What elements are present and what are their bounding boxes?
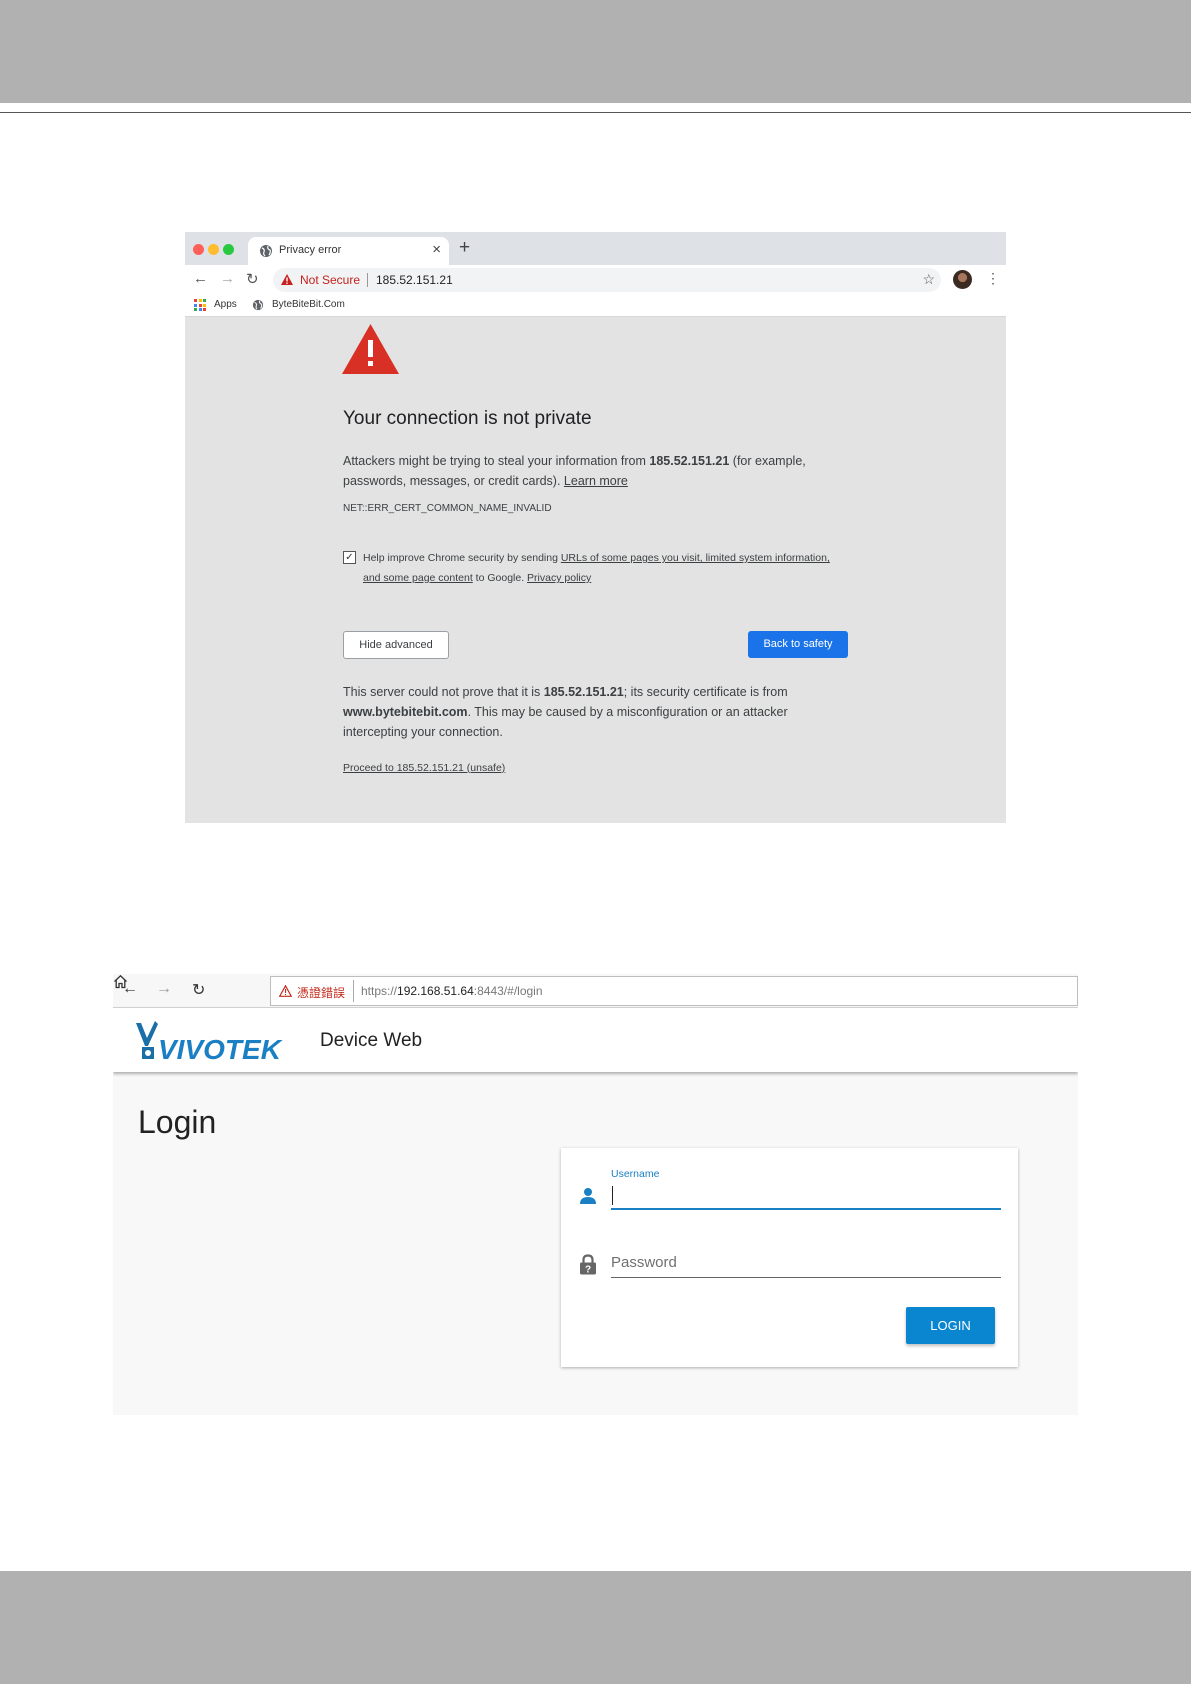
warning-icon [281,274,293,285]
tab-title: Privacy error [279,244,342,256]
address-divider [353,980,354,1002]
vivotek-login-screenshot: ← → ↻ 憑證錯誤 https://192.168.51.64:8443/#/… [113,974,1078,1415]
security-report-checkbox[interactable]: ✓ [343,551,356,564]
error-code: NET::ERR_CERT_COMMON_NAME_INVALID [343,503,552,514]
certificate-error-label[interactable]: 憑證錯誤 [297,984,345,1001]
tab-privacy-error[interactable]: Privacy error × [248,237,449,265]
advanced-host: 185.52.151.21 [543,685,624,699]
app-title: Device Web [320,1030,423,1051]
globe-icon [252,299,264,311]
privacy-error-screenshot: Privacy error × + ← → ↻ Not Secure 185.5… [185,232,1006,823]
apps-grid-icon[interactable] [194,299,206,311]
username-label: Username [611,1168,660,1180]
address-bar[interactable]: 憑證錯誤 https://192.168.51.64:8443/#/login [270,976,1078,1006]
bookmark-bytebitebit[interactable]: ByteBiteBit.Com [272,299,345,310]
page-title: Login [138,1104,217,1140]
menu-kebab-icon[interactable]: ⋮ [986,270,1000,287]
bookmark-apps[interactable]: Apps [214,299,237,310]
bookmarks-bar: Apps ByteBiteBit.Com [185,295,1006,317]
certificate-host: www.bytebitebit.com [343,705,468,719]
tab-close-icon[interactable]: × [432,241,441,258]
advanced-text: ; its security certificate is from [623,685,788,699]
password-input[interactable] [611,1248,1001,1278]
address-url[interactable]: https://192.168.51.64:8443/#/login [361,984,543,998]
address-bar[interactable]: Not Secure 185.52.151.21 ☆ [273,268,941,292]
warning-icon [279,985,292,997]
app-header: VIVOTEK Device Web [113,1008,1078,1072]
advanced-details: This server could not prove that it is 1… [343,682,823,742]
logo-wordmark: VIVOTEK [158,1034,283,1061]
lock-icon: ? [580,1254,596,1276]
vivotek-logo: VIVOTEK [136,1021,283,1061]
page-footer-band [0,1571,1191,1684]
checkbox-text: Help improve Chrome security by sending [363,552,561,564]
profile-avatar[interactable] [953,270,972,289]
proceed-unsafe-link[interactable]: Proceed to 185.52.151.21 (unsafe) [343,762,505,774]
description-host: 185.52.151.21 [649,454,730,468]
window-close-dot[interactable] [193,244,204,255]
learn-more-link[interactable]: Learn more [564,474,628,488]
hide-advanced-button[interactable]: Hide advanced [343,631,449,659]
url-path: :8443/#/login [473,984,543,998]
bookmark-star-icon[interactable]: ☆ [922,271,935,288]
login-button[interactable]: LOGIN [906,1307,995,1344]
manual-page: Privacy error × + ← → ↻ Not Secure 185.5… [0,0,1191,1684]
tab-strip: Privacy error × + [185,232,1006,265]
warning-triangle-icon [342,324,399,374]
refresh-icon[interactable]: ↻ [192,980,205,1000]
text-caret [612,1186,613,1205]
address-divider [367,273,368,287]
not-secure-label[interactable]: Not Secure [300,273,360,287]
interstitial-page: Your connection is not private Attackers… [185,318,1006,823]
checkbox-text: to Google. [472,572,528,584]
page-header-band [0,0,1191,103]
browser-toolbar: ← → ↻ 憑證錯誤 https://192.168.51.64:8443/#/… [113,974,1078,1008]
svg-text:?: ? [585,1265,591,1276]
description-text: Attackers might be trying to steal your … [343,454,650,468]
checkbox-label: Help improve Chrome security by sending … [363,548,833,588]
error-description: Attackers might be trying to steal your … [343,451,843,491]
url-scheme: https:// [361,984,398,998]
browser-toolbar: ← → ↻ Not Secure 185.52.151.21 ☆ ⋮ [185,265,1006,295]
address-url[interactable]: 185.52.151.21 [376,273,453,287]
forward-arrow-icon[interactable]: → [220,270,235,287]
back-to-safety-button[interactable]: Back to safety [748,631,848,658]
window-minimize-dot[interactable] [208,244,219,255]
user-icon [580,1188,596,1204]
url-host: 192.168.51.64 [397,984,474,998]
login-card: Username ? LOGIN [561,1148,1018,1367]
window-zoom-dot[interactable] [223,244,234,255]
back-arrow-icon[interactable]: ← [193,270,208,287]
forward-arrow-icon[interactable]: → [156,980,172,998]
back-arrow-icon[interactable]: ← [122,980,138,998]
page-title: Your connection is not private [343,408,592,429]
username-input[interactable] [611,1182,1001,1210]
globe-icon [260,245,272,257]
reload-icon[interactable]: ↻ [246,270,259,288]
advanced-text: This server could not prove that it is [343,685,544,699]
header-divider [0,112,1191,113]
privacy-policy-link[interactable]: Privacy policy [527,572,591,584]
new-tab-icon[interactable]: + [459,237,470,259]
